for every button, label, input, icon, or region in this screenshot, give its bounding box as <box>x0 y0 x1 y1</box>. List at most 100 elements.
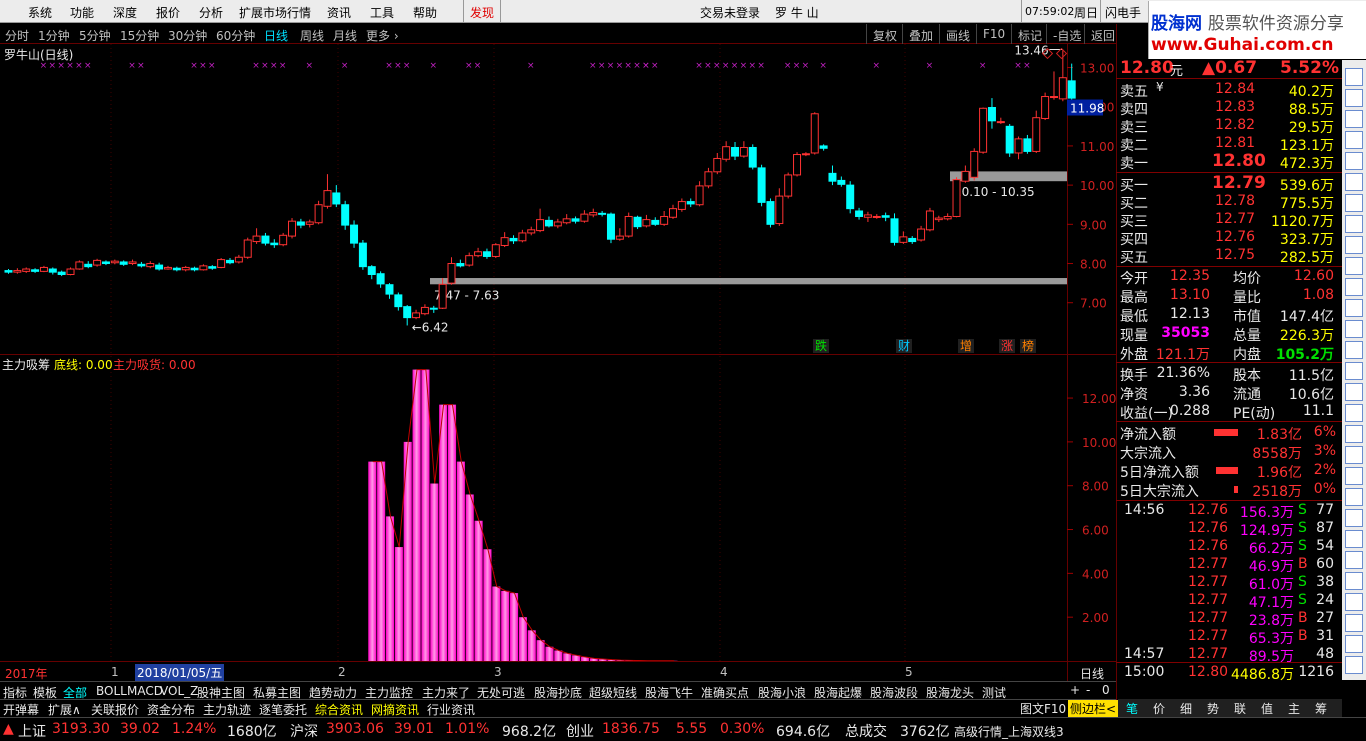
event-mark[interactable]: 涨 <box>1001 338 1013 353</box>
period-5min[interactable]: 5分钟 <box>79 27 111 44</box>
hs-label[interactable]: 沪深 <box>290 721 318 741</box>
chart-control-icon[interactable] <box>1055 47 1068 60</box>
bottom-tab[interactable]: 扩展∧ <box>48 701 81 718</box>
zoom-out-button[interactable]: - <box>1086 683 1090 697</box>
grid-icon[interactable] <box>1345 89 1363 107</box>
gear-icon[interactable] <box>1345 572 1363 590</box>
indicator-tab[interactable]: VOL_Z <box>160 684 198 698</box>
right-tab[interactable]: 笔 <box>1126 700 1138 717</box>
person-icon[interactable] <box>1345 278 1363 296</box>
right-tab[interactable]: 筹 <box>1315 700 1327 717</box>
price-pct: 5.52% <box>1280 58 1339 78</box>
login-status[interactable]: 交易未登录 <box>700 4 760 21</box>
period-more[interactable]: 更多 › <box>366 27 399 44</box>
right-tab[interactable]: 值 <box>1261 700 1273 717</box>
cy-label[interactable]: 创业 <box>566 721 594 741</box>
move-icon[interactable] <box>1345 404 1363 422</box>
menu-extended[interactable]: 扩展市场行情 <box>239 4 311 21</box>
overlay-button[interactable]: 叠加 <box>902 24 939 44</box>
indicator-tab[interactable]: BOLL <box>96 684 127 698</box>
indicator-tab[interactable]: MACD <box>127 684 163 698</box>
draw-line-button[interactable]: 画线 <box>939 24 976 44</box>
period-60min[interactable]: 60分钟 <box>216 27 255 44</box>
calc-icon[interactable] <box>1345 488 1363 506</box>
warning-icon[interactable] <box>1345 446 1363 464</box>
add-favorite-button[interactable]: -自选 <box>1046 24 1087 44</box>
period-1min[interactable]: 1分钟 <box>38 27 70 44</box>
mark-button[interactable]: 标记 <box>1011 24 1048 44</box>
bottom-tab[interactable]: 逐笔委托 <box>259 701 307 718</box>
panel-icon[interactable] <box>1345 467 1363 485</box>
bottom-tab[interactable]: 资金分布 <box>147 701 195 718</box>
candle-icon[interactable] <box>1345 173 1363 191</box>
bottom-tab[interactable]: 关联报价 <box>91 701 139 718</box>
right-tab[interactable]: 联 <box>1234 700 1246 717</box>
window-icon[interactable] <box>1345 236 1363 254</box>
reset-button[interactable]: 0 <box>1102 683 1110 697</box>
line-icon[interactable] <box>1345 131 1363 149</box>
chart-icon[interactable] <box>1345 110 1363 128</box>
flash-trade-button[interactable]: 闪电手 <box>1105 4 1141 21</box>
coin-icon[interactable] <box>1345 299 1363 317</box>
bottom-tab[interactable]: 行业资讯 <box>427 701 475 718</box>
period-daily[interactable]: 日线 <box>264 27 288 44</box>
sh-label[interactable]: 上证 <box>18 721 46 741</box>
period-15min[interactable]: 15分钟 <box>120 27 159 44</box>
menu-analysis[interactable]: 分析 <box>199 4 223 21</box>
bell-icon[interactable] <box>1345 551 1363 569</box>
event-mark[interactable]: 跌 <box>815 338 827 353</box>
table-icon[interactable] <box>1345 194 1363 212</box>
hs-pct: 1.01% <box>445 721 490 737</box>
period-monthly[interactable]: 月线 <box>333 27 357 44</box>
period-weekly[interactable]: 周线 <box>300 27 324 44</box>
adjust-button[interactable]: 复权 <box>866 24 903 44</box>
rsi-icon[interactable] <box>1345 362 1363 380</box>
zoom-icon[interactable] <box>1345 425 1363 443</box>
menu-news[interactable]: 资讯 <box>327 4 351 21</box>
flag-icon[interactable] <box>1345 635 1363 653</box>
list-icon[interactable] <box>1345 68 1363 86</box>
quote-row: 最高 13.10 量比 1.08 <box>1120 287 1338 306</box>
bottom-tab[interactable]: 网摘资讯 <box>371 701 419 718</box>
tile-icon[interactable] <box>1345 257 1363 275</box>
pen-icon[interactable] <box>1345 383 1363 401</box>
menu-help[interactable]: 帮助 <box>413 4 437 21</box>
bar-icon[interactable] <box>1345 152 1363 170</box>
bottom-tab[interactable]: 开弹幕 <box>3 701 39 718</box>
menu-quote[interactable]: 报价 <box>156 4 180 21</box>
mail-icon[interactable] <box>1345 593 1363 611</box>
scroll-icon[interactable] <box>1345 341 1363 359</box>
f10-icon[interactable] <box>1345 215 1363 233</box>
menu-depth[interactable]: 深度 <box>113 4 137 21</box>
f10-button[interactable]: F10 <box>976 24 1011 44</box>
sidebar-toggle[interactable]: 侧边栏< <box>1068 700 1119 717</box>
event-marker: × <box>465 61 473 71</box>
candle <box>226 258 234 265</box>
quote-row: 买四 12.76 323.7万 <box>1120 229 1338 248</box>
f10-link[interactable]: 图文F10 <box>1020 700 1066 717</box>
menu-function[interactable]: 功能 <box>70 4 94 21</box>
event-mark[interactable]: 增 <box>960 339 972 353</box>
right-tab[interactable]: 主 <box>1288 700 1300 717</box>
bottom-tab[interactable]: 主力轨迹 <box>203 701 251 718</box>
user-icon[interactable] <box>1345 614 1363 632</box>
target-icon[interactable] <box>1345 320 1363 338</box>
kline-chart[interactable]: × × × × × × × × × × × × × × × × × × × × × × × × × × × × × × ×× × × × × × × × ×… <box>0 44 1116 661</box>
right-tab[interactable]: 势 <box>1207 700 1219 717</box>
book-icon[interactable] <box>1345 656 1363 674</box>
menu-tools[interactable]: 工具 <box>370 4 394 21</box>
ticker-hint[interactable]: 高级行情_上海双线3 <box>954 723 1064 740</box>
event-mark[interactable]: 榜 <box>1022 338 1034 353</box>
cube-icon[interactable] <box>1345 530 1363 548</box>
period-tick[interactable]: 分时 <box>5 27 29 44</box>
period-30min[interactable]: 30分钟 <box>168 27 207 44</box>
brand-url[interactable]: www.Guhai.com.cn <box>1151 35 1334 55</box>
event-mark[interactable]: 财 <box>898 339 910 353</box>
bottom-tab[interactable]: 综合资讯 <box>315 701 363 718</box>
star-icon[interactable] <box>1345 509 1363 527</box>
menu-system[interactable]: 系统 <box>28 4 52 21</box>
zoom-in-button[interactable]: + <box>1070 683 1080 697</box>
menu-discover[interactable]: 发现 <box>470 4 494 21</box>
right-tab[interactable]: 细 <box>1180 700 1192 717</box>
right-tab[interactable]: 价 <box>1153 700 1165 717</box>
